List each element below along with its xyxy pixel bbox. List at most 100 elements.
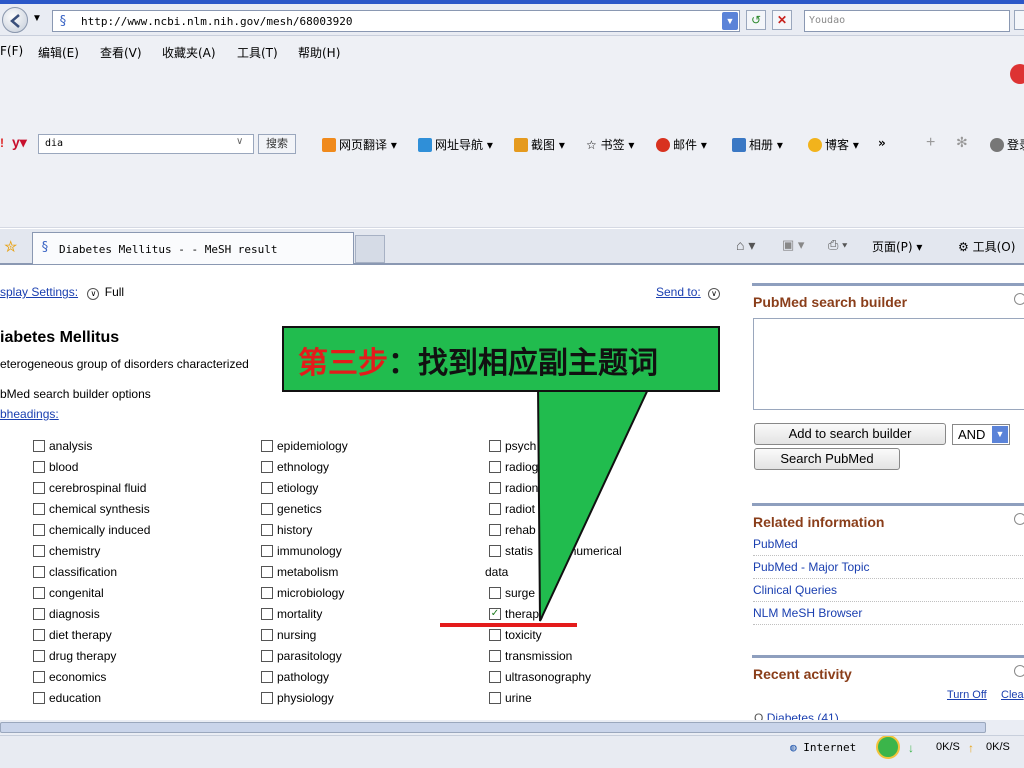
send-to-link[interactable]: Send to:: [656, 285, 701, 299]
checkbox[interactable]: [261, 586, 273, 599]
display-settings-dropdown-icon[interactable]: ∨: [87, 288, 100, 300]
address-dropdown-button[interactable]: ▼: [722, 12, 738, 30]
collapse-icon[interactable]: [1014, 665, 1024, 677]
checkbox[interactable]: [489, 628, 501, 641]
checkbox[interactable]: [33, 670, 45, 683]
related-link-clinical-queries[interactable]: Clinical Queries: [753, 579, 1024, 602]
search-input[interactable]: Youdao: [804, 10, 1010, 32]
search-go-button[interactable]: [1014, 10, 1024, 30]
checkbox[interactable]: [33, 439, 45, 452]
checkbox[interactable]: [261, 628, 273, 641]
collapse-icon[interactable]: [1014, 513, 1024, 525]
menu-tools[interactable]: 工具(T): [237, 44, 278, 61]
stop-button[interactable]: ✕: [772, 10, 792, 30]
menu-view[interactable]: 查看(V): [100, 44, 142, 61]
toolbar-search-button[interactable]: 搜索: [258, 134, 296, 154]
toolbar-close-icon[interactable]: !: [0, 136, 4, 150]
album-button[interactable]: 相册 ▾: [732, 136, 783, 153]
subheading-option[interactable]: education: [33, 687, 253, 708]
horizontal-scrollbar[interactable]: [0, 720, 1024, 736]
checkbox[interactable]: [489, 670, 501, 683]
print-icon[interactable]: ⎙ ▾: [828, 237, 847, 253]
search-pubmed-button[interactable]: Search PubMed: [754, 448, 900, 470]
navigation-button[interactable]: 网址导航 ▾: [418, 136, 493, 153]
translate-button[interactable]: 网页翻译 ▾: [322, 136, 397, 153]
more-button[interactable]: »: [878, 136, 886, 150]
settings-gear-icon[interactable]: ✻: [956, 134, 968, 151]
feeds-icon[interactable]: ▣ ▾: [782, 237, 804, 253]
add-icon[interactable]: +: [926, 134, 935, 152]
subheading-option[interactable]: diagnosis: [33, 603, 253, 624]
addon-status-icon[interactable]: [876, 735, 900, 759]
collapse-icon[interactable]: [1014, 293, 1024, 305]
youdao-logo-icon[interactable]: y▾: [12, 134, 27, 151]
subheading-option[interactable]: blood: [33, 456, 253, 477]
checkbox[interactable]: [489, 649, 501, 662]
page-menu[interactable]: 页面(P) ▾: [872, 238, 922, 255]
mail-button[interactable]: 邮件 ▾: [656, 136, 707, 153]
tools-menu[interactable]: ⚙ 工具(O): [958, 238, 1015, 255]
related-link-mesh-browser[interactable]: NLM MeSH Browser: [753, 602, 1024, 625]
checkbox[interactable]: [261, 523, 273, 536]
checkbox[interactable]: [261, 502, 273, 515]
subheading-option[interactable]: parasitology: [261, 645, 481, 666]
checkbox[interactable]: [33, 565, 45, 578]
checkbox[interactable]: [33, 523, 45, 536]
builder-textarea[interactable]: [753, 318, 1024, 410]
subheading-option[interactable]: chemically induced: [33, 519, 253, 540]
subheading-option[interactable]: drug therapy: [33, 645, 253, 666]
checkbox[interactable]: [261, 544, 273, 557]
clear-link[interactable]: Clea: [1001, 689, 1024, 701]
checkbox[interactable]: [261, 691, 273, 704]
menu-favorites[interactable]: 收藏夹(A): [162, 44, 216, 61]
checkbox[interactable]: [33, 649, 45, 662]
addon-icon[interactable]: [1010, 64, 1024, 84]
checkbox[interactable]: [261, 481, 273, 494]
checkbox[interactable]: [261, 439, 273, 452]
checkbox[interactable]: [33, 481, 45, 494]
tab-diabetes-mellitus[interactable]: § Diabetes Mellitus - - MeSH result: [32, 232, 354, 264]
subheading-option[interactable]: economics: [33, 666, 253, 687]
checkbox[interactable]: [33, 460, 45, 473]
toolbar-search-dropdown-icon[interactable]: ∨: [236, 136, 243, 147]
scrollbar-thumb[interactable]: [0, 722, 986, 733]
subheading-option[interactable]: pathology: [261, 666, 481, 687]
subheading-option[interactable]: chemical synthesis: [33, 498, 253, 519]
subheading-option[interactable]: transmission: [489, 645, 729, 666]
back-button[interactable]: [2, 7, 28, 33]
checkbox[interactable]: [33, 502, 45, 515]
login-button[interactable]: 登录: [990, 136, 1024, 153]
history-dropdown-icon[interactable]: ▼: [32, 13, 42, 24]
subheading-option[interactable]: congenital: [33, 582, 253, 603]
checkbox[interactable]: [33, 544, 45, 557]
checkbox[interactable]: [33, 691, 45, 704]
subheading-option[interactable]: diet therapy: [33, 624, 253, 645]
subheadings-link[interactable]: bheadings:: [0, 407, 59, 421]
related-link-pubmed[interactable]: PubMed: [753, 533, 1024, 556]
subheading-option[interactable]: chemistry: [33, 540, 253, 561]
subheading-option[interactable]: classification: [33, 561, 253, 582]
checkbox[interactable]: [33, 628, 45, 641]
menu-edit[interactable]: 编辑(E): [38, 44, 79, 61]
refresh-button[interactable]: ↺: [746, 10, 766, 30]
checkbox[interactable]: [33, 586, 45, 599]
display-settings-link[interactable]: splay Settings:: [0, 285, 78, 299]
send-to-dropdown-icon[interactable]: ∨: [708, 288, 721, 300]
add-to-builder-button[interactable]: Add to search builder: [754, 423, 946, 445]
checkbox[interactable]: [33, 607, 45, 620]
subheading-option[interactable]: urine: [489, 687, 729, 708]
subheading-option[interactable]: cerebrospinal fluid: [33, 477, 253, 498]
address-input[interactable]: § http://www.ncbi.nlm.nih.gov/mesh/68003…: [52, 10, 740, 32]
subheading-option[interactable]: ultrasonography: [489, 666, 729, 687]
favorites-star-icon[interactable]: ✮: [4, 237, 17, 257]
checkbox[interactable]: [261, 460, 273, 473]
checkbox[interactable]: [261, 607, 273, 620]
menu-help[interactable]: 帮助(H): [298, 44, 340, 61]
new-tab-button[interactable]: [355, 235, 385, 263]
checkbox[interactable]: [261, 649, 273, 662]
subheading-option[interactable]: physiology: [261, 687, 481, 708]
bookmarks-button[interactable]: ☆ 书签 ▾: [586, 136, 634, 153]
turn-off-link[interactable]: Turn Off: [947, 689, 987, 701]
toolbar-search-input[interactable]: dia: [38, 134, 254, 154]
blog-button[interactable]: 博客 ▾: [808, 136, 859, 153]
